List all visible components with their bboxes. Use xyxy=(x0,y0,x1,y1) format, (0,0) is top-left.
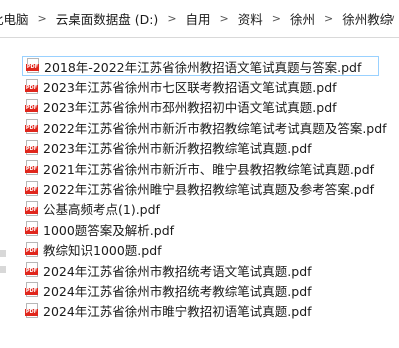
pdf-file-icon: PDF xyxy=(25,302,39,319)
breadcrumb-xuzhou[interactable]: 徐州 xyxy=(287,9,318,28)
file-row[interactable]: PDF 2021年江苏省徐州市新沂市、睢宁县教招教综笔试真题.pdf xyxy=(22,158,399,178)
file-row[interactable]: PDF 公基高频考点(1).pdf xyxy=(22,199,399,219)
file-list: PDF 2018年-2022年江苏省徐州教招语文笔试真题与答案.pdf PDF 202… xyxy=(22,56,399,321)
pdf-file-icon: PDF xyxy=(25,160,39,176)
pdf-file-icon: PDF xyxy=(25,180,39,197)
breadcrumb-separator-icon[interactable]: > xyxy=(318,12,339,25)
file-name: 2024年江苏省徐州市教招统考教综笔试真题.pdf xyxy=(43,283,312,299)
file-name: 1000题答案及解析.pdf xyxy=(43,222,175,238)
file-name: 2023年江苏省徐州市七区联考教招语文笔试真题.pdf xyxy=(43,80,337,96)
breadcrumb-drive-d[interactable]: 云桌面数据盘 (D:) xyxy=(53,9,162,28)
file-row[interactable]: PDF 2022年江苏省徐州市新沂市教招教综笔试考试真题及答案.pdf xyxy=(22,117,399,137)
breadcrumb-ziliao[interactable]: 资料 xyxy=(235,9,266,28)
pdf-file-icon: PDF xyxy=(25,119,39,135)
pdf-file-icon: PDF xyxy=(25,221,39,237)
pdf-file-icon: PDF xyxy=(25,139,39,156)
pdf-file-icon: PDF xyxy=(25,78,39,95)
pdf-file-icon: PDF xyxy=(25,282,39,298)
breadcrumb-ziyong[interactable]: 自用 xyxy=(183,9,214,28)
chevron-down-icon[interactable]: ∨ xyxy=(385,0,399,37)
file-row[interactable]: PDF 2024年江苏省徐州市教招统考教综笔试真题.pdf xyxy=(22,280,399,300)
file-row[interactable]: PDF 2018年-2022年江苏省徐州教招语文笔试真题与答案.pdf xyxy=(22,56,379,77)
navigation-pane-edge xyxy=(0,38,6,348)
pdf-file-icon: PDF xyxy=(26,58,40,74)
pdf-file-icon: PDF xyxy=(25,241,39,258)
breadcrumb-separator-icon[interactable]: > xyxy=(32,12,53,25)
file-name: 2018年-2022年江苏省徐州教招语文笔试真题与答案.pdf xyxy=(44,59,362,75)
address-breadcrumb[interactable]: 此电脑 > 云桌面数据盘 (D:) > 自用 > 资料 > 徐州 > 徐州教综 … xyxy=(0,0,399,38)
file-name: 2024年江苏省徐州市教招统考语文笔试真题.pdf xyxy=(43,263,312,279)
pdf-file-icon: PDF xyxy=(25,98,39,115)
file-row[interactable]: PDF 2024年江苏省徐州市睢宁教招初语笔试真题.pdf xyxy=(22,301,399,321)
file-row[interactable]: PDF 2023年江苏省徐州市邳州教招初中语文笔试真题.pdf xyxy=(22,97,399,117)
pdf-file-icon: PDF xyxy=(25,200,39,217)
file-name: 2024年江苏省徐州市睢宁教招初语笔试真题.pdf xyxy=(43,304,312,320)
file-row[interactable]: PDF 2023年江苏省徐州市七区联考教招语文笔试真题.pdf xyxy=(22,76,399,96)
nav-pane-fragment xyxy=(0,266,6,273)
file-name: 2021年江苏省徐州市新沂市、睢宁县教招教综笔试真题.pdf xyxy=(43,161,375,177)
file-name: 2023年江苏省徐州市新沂教招教综笔试真题.pdf xyxy=(43,141,312,157)
file-row[interactable]: PDF 2023年江苏省徐州市新沂教招教综笔试真题.pdf xyxy=(22,138,399,158)
file-row[interactable]: PDF 教综知识1000题.pdf xyxy=(22,240,399,260)
file-row[interactable]: PDF 2024年江苏省徐州市教招统考语文笔试真题.pdf xyxy=(22,260,399,280)
nav-pane-fragment xyxy=(0,250,6,257)
breadcrumb-this-pc[interactable]: 此电脑 xyxy=(0,9,32,28)
breadcrumb-separator-icon[interactable]: > xyxy=(266,12,287,25)
pdf-file-icon: PDF xyxy=(25,262,39,278)
file-name: 2022年江苏省徐州睢宁县教招教综笔试真题及参考答案.pdf xyxy=(43,182,375,198)
breadcrumb-separator-icon[interactable]: > xyxy=(161,12,182,25)
file-name: 教综知识1000题.pdf xyxy=(43,243,162,259)
breadcrumb-separator-icon[interactable]: > xyxy=(214,12,235,25)
file-row[interactable]: PDF 1000题答案及解析.pdf xyxy=(22,219,399,239)
file-name: 2023年江苏省徐州市邳州教招初中语文笔试真题.pdf xyxy=(43,100,337,116)
file-name: 公基高频考点(1).pdf xyxy=(43,202,160,218)
file-row[interactable]: PDF 2022年江苏省徐州睢宁县教招教综笔试真题及参考答案.pdf xyxy=(22,178,399,198)
file-name: 2022年江苏省徐州市新沂市教招教综笔试考试真题及答案.pdf xyxy=(43,120,387,136)
